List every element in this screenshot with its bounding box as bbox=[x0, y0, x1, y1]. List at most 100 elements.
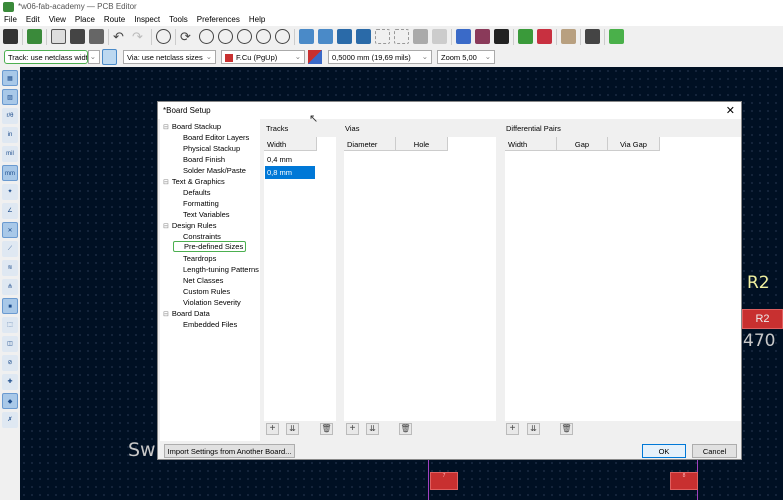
rotate-cw-icon[interactable] bbox=[318, 29, 333, 44]
ungroup-icon[interactable] bbox=[394, 29, 409, 44]
layer-select[interactable]: F.Cu (PgUp) ⌄ bbox=[221, 50, 305, 64]
footprint-library-icon[interactable] bbox=[475, 29, 490, 44]
save-icon[interactable] bbox=[3, 29, 18, 44]
tree-item-formatting[interactable]: Formatting bbox=[183, 199, 219, 208]
grid-overrides-icon[interactable]: ▨ bbox=[2, 89, 18, 105]
zoom-selection-icon[interactable] bbox=[275, 29, 290, 44]
tree-item-violation-severity[interactable]: Violation Severity bbox=[183, 298, 241, 307]
find-icon[interactable] bbox=[156, 29, 171, 44]
col-diameter[interactable]: Diameter bbox=[344, 137, 396, 151]
menu-view[interactable]: View bbox=[49, 15, 66, 24]
vias-grid[interactable]: Diameter Hole bbox=[344, 137, 496, 421]
via-display-icon[interactable]: ⋔ bbox=[2, 279, 18, 295]
zoom-objects-icon[interactable] bbox=[256, 29, 271, 44]
pad-display-icon[interactable]: ◫ bbox=[2, 336, 18, 352]
tree-item-text-graphics[interactable]: Text & Graphics bbox=[163, 177, 225, 186]
unit-mm-button[interactable]: mm bbox=[2, 165, 18, 181]
layers-manager-icon[interactable]: ◆ bbox=[2, 393, 18, 409]
track-row-selected[interactable]: 0,8 mm bbox=[265, 166, 315, 179]
tree-item-board-finish[interactable]: Board Finish bbox=[183, 155, 225, 164]
schematic-icon[interactable] bbox=[561, 29, 576, 44]
layer-pair-icon[interactable] bbox=[308, 50, 322, 64]
col-dp-width[interactable]: Width bbox=[505, 137, 557, 151]
cancel-button[interactable]: Cancel bbox=[692, 444, 737, 458]
tree-item-teardrops[interactable]: Teardrops bbox=[183, 254, 216, 263]
footprint-r2[interactable]: R2 bbox=[742, 309, 783, 329]
delete-diff-pair-icon[interactable]: 🗑 bbox=[560, 423, 573, 435]
scripting-console-icon[interactable] bbox=[585, 29, 600, 44]
netlist-icon[interactable] bbox=[456, 29, 471, 44]
unit-mil-button[interactable]: mil bbox=[2, 146, 18, 162]
tree-item-board-data[interactable]: Board Data bbox=[163, 309, 210, 318]
print-icon[interactable] bbox=[70, 29, 85, 44]
sort-tracks-icon[interactable]: ⇊ bbox=[286, 423, 299, 435]
tree-item-solder-mask[interactable]: Solder Mask/Paste bbox=[183, 166, 246, 175]
menu-inspect[interactable]: Inspect bbox=[134, 15, 160, 24]
tree-item-constraints[interactable]: Constraints bbox=[183, 232, 221, 241]
menu-edit[interactable]: Edit bbox=[26, 15, 40, 24]
close-icon[interactable]: ✕ bbox=[726, 104, 735, 117]
zoom-select[interactable]: Zoom 5,00 ⌄ bbox=[437, 50, 495, 64]
tree-item-custom-rules[interactable]: Custom Rules bbox=[183, 287, 230, 296]
rotate-ccw-icon[interactable] bbox=[299, 29, 314, 44]
ok-button[interactable]: OK bbox=[642, 444, 686, 458]
polar-coords-icon[interactable]: r/θ bbox=[2, 108, 18, 124]
delete-track-icon[interactable]: 🗑 bbox=[320, 423, 333, 435]
tree-item-text-variables[interactable]: Text Variables bbox=[183, 210, 230, 219]
tree-item-net-classes[interactable]: Net Classes bbox=[183, 276, 223, 285]
tree-item-embedded-files[interactable]: Embedded Files bbox=[183, 320, 237, 329]
col-dp-via-gap[interactable]: Via Gap bbox=[608, 137, 660, 151]
tree-item-defaults[interactable]: Defaults bbox=[183, 188, 211, 197]
col-width[interactable]: Width bbox=[264, 137, 317, 151]
zone-fill-icon[interactable]: ■ bbox=[2, 298, 18, 314]
tracks-grid[interactable]: Width 0,4 mm 0,8 mm bbox=[264, 137, 336, 421]
curved-ratsnest-icon[interactable]: ⟋ bbox=[2, 241, 18, 257]
auto-track-width-icon[interactable] bbox=[102, 49, 117, 65]
drc-icon[interactable] bbox=[537, 29, 552, 44]
track-width-dropdown[interactable]: ⌄ bbox=[88, 50, 100, 64]
add-track-icon[interactable]: + bbox=[266, 423, 279, 435]
undo-icon[interactable]: ↶ bbox=[113, 29, 128, 44]
menu-help[interactable]: Help bbox=[249, 15, 265, 24]
grid-select[interactable]: 0,5000 mm (19,69 mils) ⌄ bbox=[328, 50, 432, 64]
zoom-in-icon[interactable] bbox=[199, 29, 214, 44]
unlock-icon[interactable] bbox=[432, 29, 447, 44]
zoom-out-icon[interactable] bbox=[218, 29, 233, 44]
grid-toggle-icon[interactable]: ▦ bbox=[2, 70, 18, 86]
menu-place[interactable]: Place bbox=[75, 15, 95, 24]
menu-file[interactable]: File bbox=[4, 15, 17, 24]
redo-icon[interactable]: ↷ bbox=[132, 29, 147, 44]
menu-preferences[interactable]: Preferences bbox=[197, 15, 240, 24]
plot-icon[interactable] bbox=[89, 29, 104, 44]
col-hole[interactable]: Hole bbox=[396, 137, 448, 151]
refresh-icon[interactable]: ⟳ bbox=[180, 29, 195, 44]
add-via-icon[interactable]: + bbox=[346, 423, 359, 435]
col-dp-gap[interactable]: Gap bbox=[557, 137, 608, 151]
angle-snap-icon[interactable]: ∠ bbox=[2, 203, 18, 219]
menu-route[interactable]: Route bbox=[104, 15, 125, 24]
diff-pairs-grid[interactable]: Width Gap Via Gap bbox=[505, 137, 741, 421]
menu-tools[interactable]: Tools bbox=[169, 15, 188, 24]
footprint-editor-icon[interactable] bbox=[494, 29, 509, 44]
mirror-icon[interactable] bbox=[356, 29, 371, 44]
import-settings-button[interactable]: Import Settings from Another Board... bbox=[164, 444, 295, 458]
delete-via-icon[interactable]: 🗑 bbox=[399, 423, 412, 435]
cursor-icon[interactable]: ✦ bbox=[2, 184, 18, 200]
ratsnest-icon[interactable]: ✕ bbox=[2, 222, 18, 238]
zone-outline-icon[interactable]: ⬚ bbox=[2, 317, 18, 333]
tree-item-length-tuning[interactable]: Length-tuning Patterns bbox=[183, 265, 259, 274]
track-row[interactable]: 0,4 mm bbox=[265, 153, 294, 166]
plugin-icon[interactable] bbox=[609, 29, 624, 44]
lock-icon[interactable] bbox=[413, 29, 428, 44]
properties-icon[interactable]: ✗ bbox=[2, 412, 18, 428]
via-size-select[interactable]: Via: use netclass sizes ⌄ bbox=[123, 50, 216, 64]
zoom-fit-icon[interactable] bbox=[237, 29, 252, 44]
pad-7[interactable]: 7 bbox=[430, 472, 458, 490]
unit-inch-button[interactable]: in bbox=[2, 127, 18, 143]
flip-icon[interactable] bbox=[337, 29, 352, 44]
tree-item-predefined-sizes[interactable]: Pre-defined Sizes bbox=[173, 241, 247, 252]
update-pcb-icon[interactable] bbox=[518, 29, 533, 44]
page-settings-icon[interactable] bbox=[51, 29, 66, 44]
group-icon[interactable] bbox=[375, 29, 390, 44]
tree-item-board-editor-layers[interactable]: Board Editor Layers bbox=[183, 133, 249, 142]
